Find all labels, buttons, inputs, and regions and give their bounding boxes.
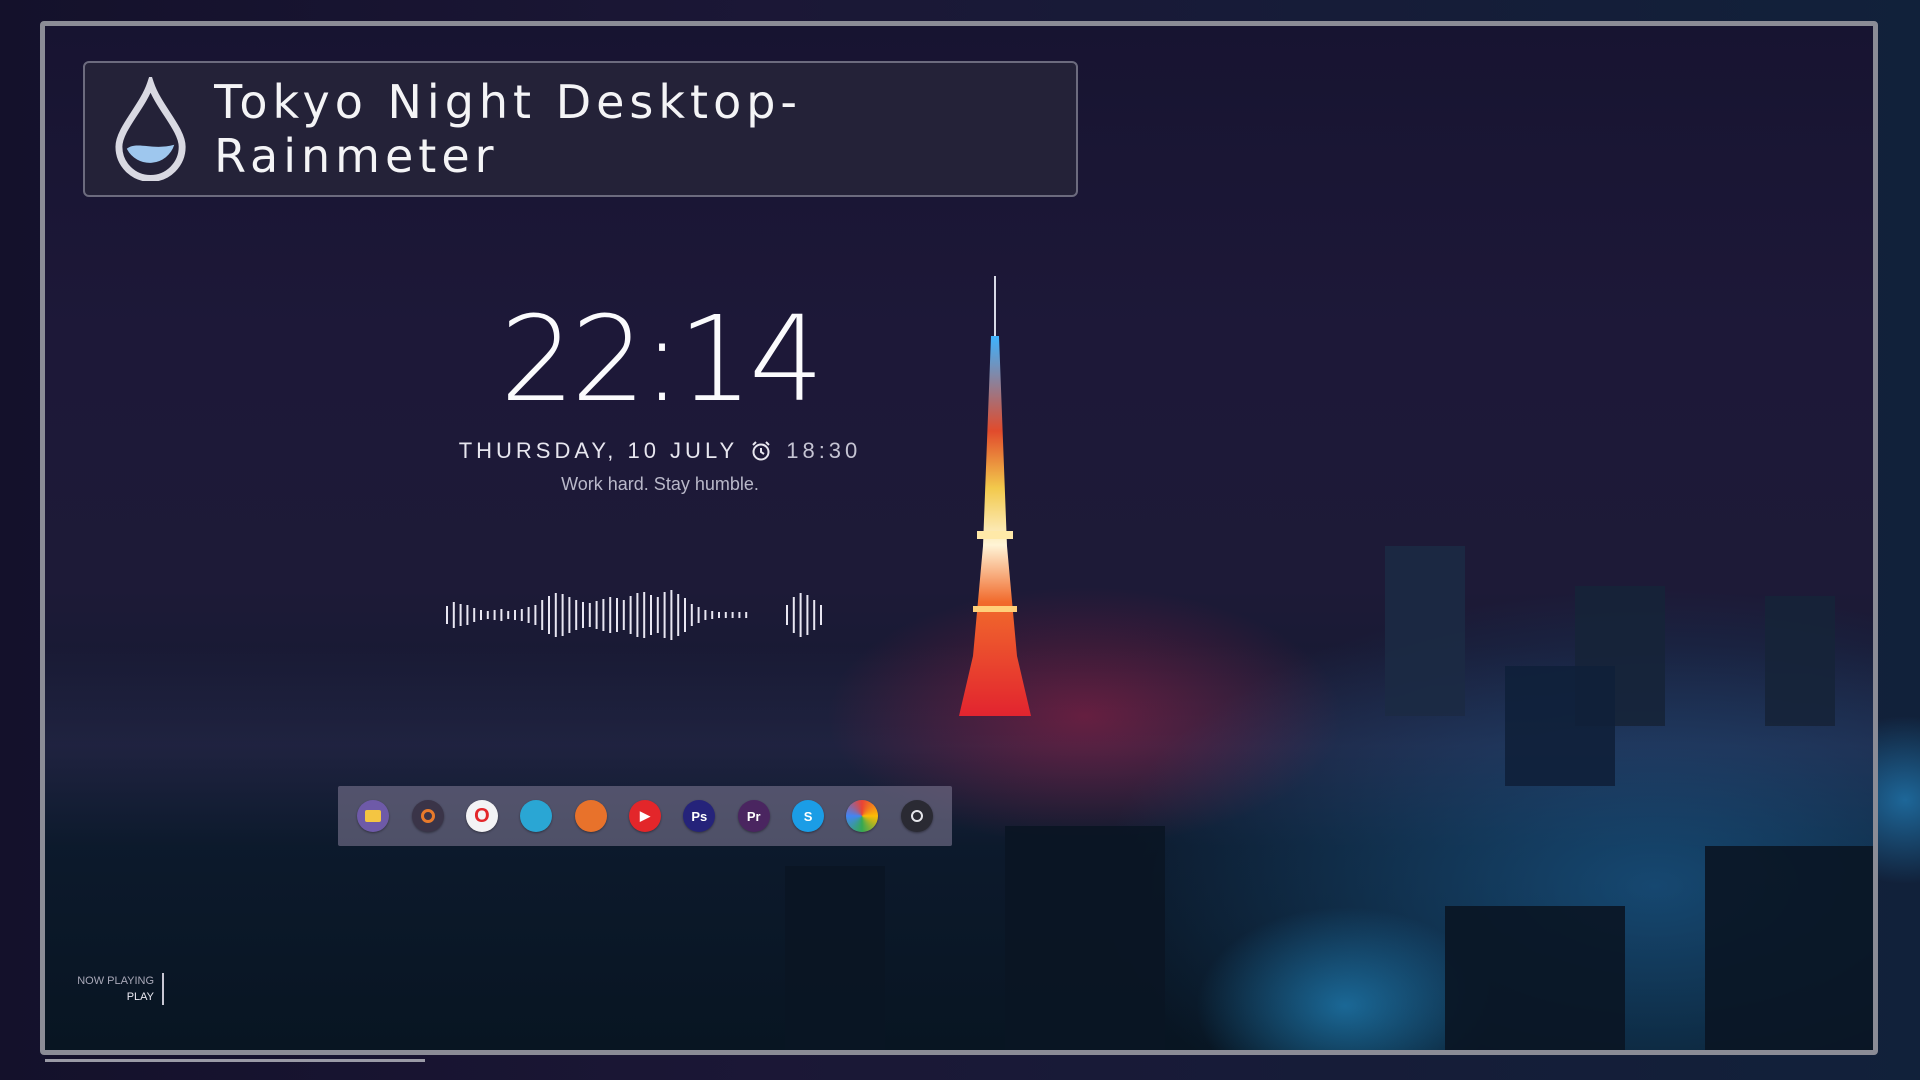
page-title: Tokyo Night Desktop-Rainmeter: [214, 75, 803, 183]
visualizer-bar: [466, 605, 469, 625]
visualizer-bar: [473, 608, 476, 622]
now-playing-label: NOW PLAYING: [77, 975, 154, 987]
visualizer-bar: [541, 600, 544, 630]
visualizer-bar: [609, 597, 612, 633]
visualizer-bar: [629, 596, 632, 634]
visualizer-bar: [582, 602, 584, 628]
skyscraper: [1445, 906, 1625, 1050]
visualizer-bar: [561, 594, 564, 636]
visualizer-bar: [520, 609, 523, 621]
visualizer-bar: [575, 600, 578, 630]
visualizer-bar: [684, 598, 686, 632]
steam-icon[interactable]: [900, 800, 933, 832]
visualizer-bar: [452, 602, 455, 628]
skyscraper: [1705, 846, 1873, 1050]
visualizer-bar: [480, 610, 482, 620]
visualizer-bar: [650, 595, 652, 635]
tokyo-tower-illustration: [955, 276, 1035, 716]
skyscraper: [1385, 546, 1465, 716]
visualizer-bar: [656, 597, 659, 633]
skyscraper: [785, 866, 885, 1050]
skyscraper: [1005, 826, 1165, 1050]
visualizer-bar: [602, 599, 605, 631]
bottom-highlight-strip: [45, 1059, 425, 1062]
visualizer-bar: [690, 604, 693, 626]
visualizer-bar: [446, 606, 448, 624]
visualizer-bar: [548, 596, 550, 634]
date-label: THURSDAY, 10 JULY: [458, 438, 739, 463]
visualizer-bar: [636, 593, 639, 637]
visualizer-bar: [820, 605, 822, 625]
visualizer-bar: [643, 592, 646, 638]
visualizer-bar: [711, 611, 714, 619]
visualizer-bar: [595, 601, 598, 629]
visualizer-bar: [486, 611, 489, 619]
visualizer-bar: [731, 612, 734, 618]
visualizer-bar: [704, 610, 707, 620]
firefox-icon[interactable]: [574, 800, 607, 832]
visualizer-bar: [718, 612, 720, 618]
skyscraper: [1505, 666, 1615, 786]
alarm-time[interactable]: 18:30: [786, 438, 861, 464]
photos-icon[interactable]: [846, 800, 879, 832]
desktop-background: Tokyo Night Desktop-Rainmeter 22:14 THUR…: [0, 0, 1920, 1080]
skype-icon[interactable]: S: [792, 800, 825, 832]
audio-visualizer: [446, 590, 822, 640]
youtube-icon[interactable]: ▶: [628, 800, 661, 832]
visualizer-bar: [745, 612, 748, 618]
visualizer-bar: [724, 612, 727, 618]
clock-time: 22:14: [499, 290, 824, 428]
title-banner: Tokyo Night Desktop-Rainmeter: [83, 61, 1078, 197]
app-dock: O ▶ Ps Pr S: [338, 786, 952, 846]
date-alarm-row: THURSDAY, 10 JULY 18:30: [420, 438, 900, 464]
visualizer-bar: [534, 605, 537, 625]
visualizer-bar: [799, 593, 802, 637]
visualizer-bar: [527, 607, 530, 623]
visualizer-bar: [806, 595, 809, 635]
visualizer-bar: [554, 593, 557, 637]
quote-text: Work hard. Stay humble.: [561, 474, 759, 494]
visualizer-bar: [459, 604, 462, 626]
visualizer-bar: [493, 610, 496, 620]
visualizer-bar: [568, 597, 571, 633]
visualizer-bar: [670, 590, 673, 640]
photoshop-icon[interactable]: Ps: [683, 800, 716, 832]
visualizer-bar: [663, 592, 666, 638]
visualizer-bar: [697, 607, 700, 623]
now-playing-widget[interactable]: NOW PLAYING PLAY: [62, 973, 164, 1005]
visualizer-bar: [588, 603, 591, 627]
file-explorer-icon[interactable]: [357, 800, 390, 832]
settings-icon[interactable]: [411, 800, 444, 832]
visualizer-bar: [677, 594, 680, 636]
visualizer-bar: [514, 610, 516, 620]
visualizer-bar: [792, 597, 795, 633]
opera-icon[interactable]: O: [465, 800, 498, 832]
skyscraper: [1765, 596, 1835, 726]
play-button[interactable]: PLAY: [62, 989, 154, 1005]
alarm-clock-icon[interactable]: [750, 440, 772, 462]
visualizer-bar: [500, 609, 503, 621]
visualizer-bar: [622, 600, 625, 630]
premiere-icon[interactable]: Pr: [737, 800, 770, 832]
rainmeter-drop-icon: [115, 77, 186, 181]
visualizer-bar: [738, 612, 741, 618]
visualizer-bar: [813, 600, 816, 630]
maps-icon[interactable]: [520, 800, 553, 832]
visualizer-bar: [616, 598, 618, 632]
visualizer-bar: [507, 611, 510, 619]
visualizer-bar: [786, 605, 788, 625]
